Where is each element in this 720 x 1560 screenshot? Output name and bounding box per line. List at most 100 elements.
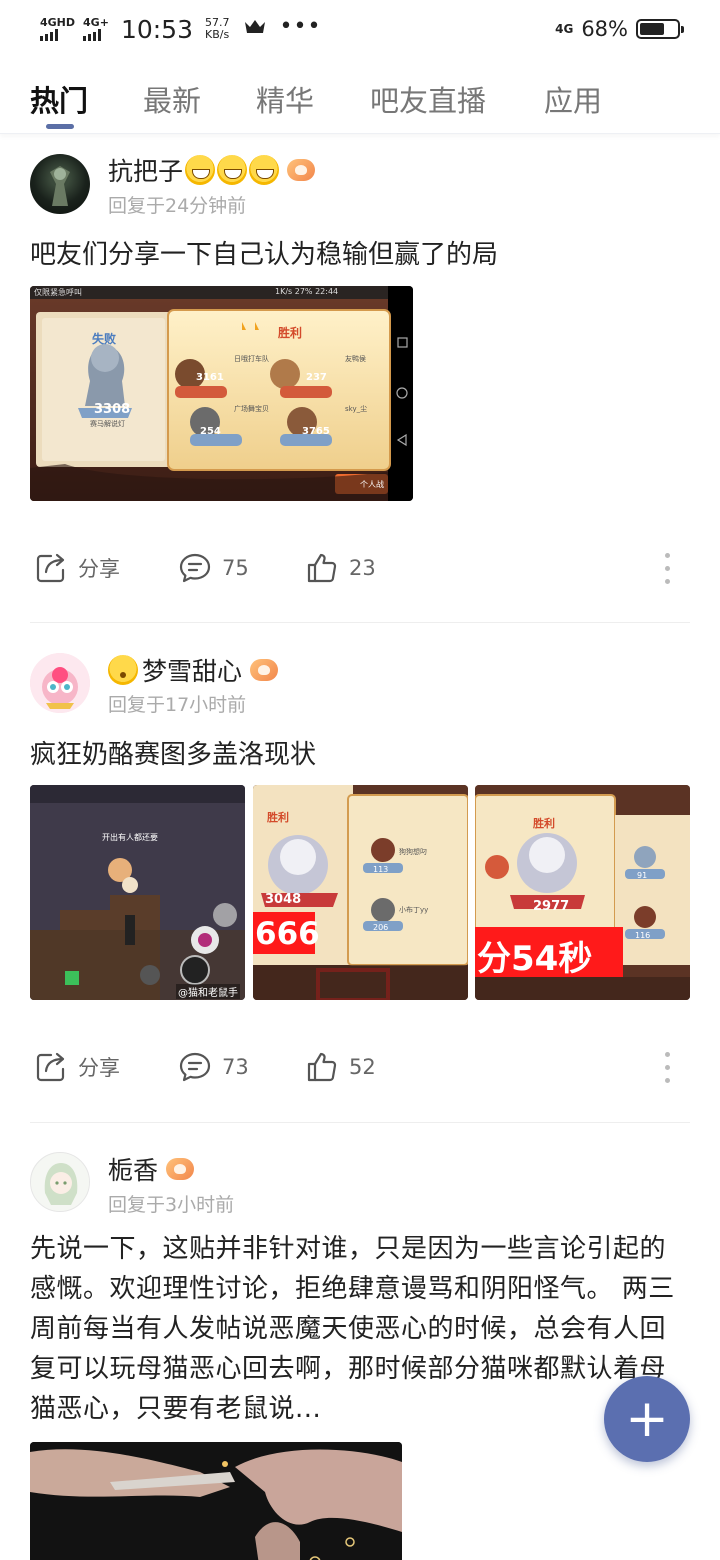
network-type-2: 4G+: [83, 16, 109, 29]
signal-2: 4G+: [83, 17, 109, 41]
post-image[interactable]: 胜利 2977 分54秒 91 116: [475, 785, 690, 1000]
username[interactable]: 梦雪甜心: [108, 652, 279, 688]
like-count: 23: [349, 556, 376, 580]
image-caption: 开出有人都还要: [102, 833, 158, 842]
thumbs-up-icon: [307, 1052, 337, 1082]
reply-time: 回复于3小时前: [108, 1194, 235, 1216]
speed-unit: KB/s: [204, 28, 230, 41]
signal-bars-icon: [40, 29, 58, 41]
image-red-caption: 666: [255, 916, 320, 952]
battery-icon: [636, 19, 684, 39]
grin-emoji-icon: [185, 155, 216, 185]
divider: [30, 622, 690, 623]
tab-apps[interactable]: 应用: [544, 78, 602, 120]
share-label: 分享: [78, 1056, 120, 1080]
signal-bars-icon: [83, 29, 102, 41]
tab-featured[interactable]: 精华: [256, 78, 314, 120]
more-notifications-icon: •••: [279, 13, 322, 39]
level-badge-icon: [166, 1158, 195, 1180]
image-red-caption: 分54秒: [477, 939, 593, 979]
plus-icon: +: [625, 1389, 669, 1449]
image-score: 3765: [302, 426, 330, 437]
image-watermark: @猫和老鼠手: [176, 984, 240, 999]
tab-bar: 热门 最新 精华 吧友直播 应用: [0, 58, 720, 134]
image-score: 3161: [196, 372, 224, 383]
comment-icon: [179, 1052, 211, 1082]
image-score: 206: [373, 923, 389, 932]
like-button[interactable]: 52: [305, 1050, 376, 1084]
tab-latest[interactable]: 最新: [143, 78, 201, 120]
avatar[interactable]: [30, 1152, 90, 1212]
comment-count: 73: [222, 1055, 249, 1079]
grin-emoji-icon: [217, 155, 248, 185]
network-speed: 57.7 KB/s: [205, 17, 230, 40]
image-player-name: 日哦打车队: [234, 355, 269, 363]
username-text: 梦雪甜心: [142, 657, 243, 686]
image-lose-score: 3308: [94, 402, 131, 417]
image-win-label: 胜利: [533, 817, 555, 830]
username[interactable]: 抗把子: [108, 152, 316, 188]
image-status-left: 仅限紧急呼叫: [34, 288, 82, 297]
image-score: 3048: [265, 892, 302, 907]
username[interactable]: 栀香: [108, 1151, 195, 1187]
image-score: 91: [637, 871, 648, 880]
image-score: 237: [306, 372, 327, 383]
share-label: 分享: [78, 557, 120, 581]
tab-live[interactable]: 吧友直播: [370, 78, 486, 120]
image-player-name: 狗狗想叼: [399, 848, 427, 856]
reply-time: 回复于24分钟前: [108, 195, 247, 217]
more-icon[interactable]: [665, 1052, 670, 1083]
image-score: 2977: [533, 899, 570, 914]
image-player-name: 小布丁yy: [399, 906, 429, 914]
avatar[interactable]: [30, 653, 90, 713]
battery-percent: 68%: [581, 17, 628, 41]
image-corner-label: 个人战: [360, 480, 384, 489]
clock: 10:53: [120, 14, 193, 44]
username-text: 抗把子: [108, 157, 184, 186]
post-title[interactable]: 吧友们分享一下自己认为稳输但赢了的局: [30, 234, 498, 271]
share-button[interactable]: 分享: [34, 1050, 120, 1084]
comment-count: 75: [222, 556, 249, 580]
image-lose-label: 失败: [92, 332, 117, 346]
avatar[interactable]: [30, 154, 90, 214]
image-score: 113: [373, 865, 389, 874]
comment-button[interactable]: 73: [178, 1050, 249, 1084]
post-body[interactable]: 先说一下，这贴并非针对谁，只是因为一些言论引起的感慨。欢迎理性讨论，拒绝肆意谩骂…: [30, 1229, 690, 1429]
crown-icon: [243, 18, 267, 40]
active-tab-indicator: [46, 124, 74, 129]
post-actions: 分享 75 23: [0, 551, 720, 591]
post-image[interactable]: 开出有人都还要 @猫和老鼠手: [30, 785, 245, 1000]
comment-button[interactable]: 75: [178, 551, 249, 585]
image-lose-name: 赛马解说灯: [90, 420, 125, 428]
like-count: 52: [349, 1055, 376, 1079]
level-badge-icon: [287, 159, 316, 181]
image-score: 116: [635, 931, 651, 940]
image-win-label: 胜利: [267, 811, 289, 824]
thumbs-up-icon: [307, 553, 337, 583]
like-button[interactable]: 23: [305, 551, 376, 585]
grin-emoji-icon: [249, 155, 280, 185]
network-type-1: 4GHD: [40, 16, 76, 29]
post-actions: 分享 73 52: [0, 1050, 720, 1090]
image-player-name: 友鸭侯: [345, 355, 366, 363]
network-4g-icon: 4G: [555, 22, 574, 36]
image-player-name: sky_尘: [345, 405, 368, 413]
image-player-name: 广场舞宝贝: [234, 405, 269, 413]
divider: [30, 1122, 690, 1123]
post-image[interactable]: 胜利 3048 666 113 206 狗狗想叼 小布丁yy: [253, 785, 468, 1000]
post-image[interactable]: 仅限紧急呼叫 1K/s 27% 22:44 失败 3308 赛马解说灯 胜利 3…: [30, 286, 413, 501]
new-post-button[interactable]: +: [604, 1376, 690, 1462]
username-text: 栀香: [108, 1156, 159, 1185]
comment-icon: [179, 553, 211, 583]
share-icon: [36, 1052, 65, 1082]
post-image[interactable]: [30, 1442, 402, 1560]
image-score: 254: [200, 426, 221, 437]
more-icon[interactable]: [665, 553, 670, 584]
signal-1: 4GHD: [40, 17, 75, 41]
status-bar: 4GHD 4G+ 10:53 57.7 KB/s ••• 4G 68%: [0, 0, 720, 58]
post-title[interactable]: 疯狂奶酪赛图多盖洛现状: [30, 734, 316, 771]
level-badge-icon: [250, 659, 279, 681]
tab-hot[interactable]: 热门: [30, 78, 88, 120]
share-button[interactable]: 分享: [34, 551, 120, 585]
image-win-label: 胜利: [278, 326, 303, 340]
